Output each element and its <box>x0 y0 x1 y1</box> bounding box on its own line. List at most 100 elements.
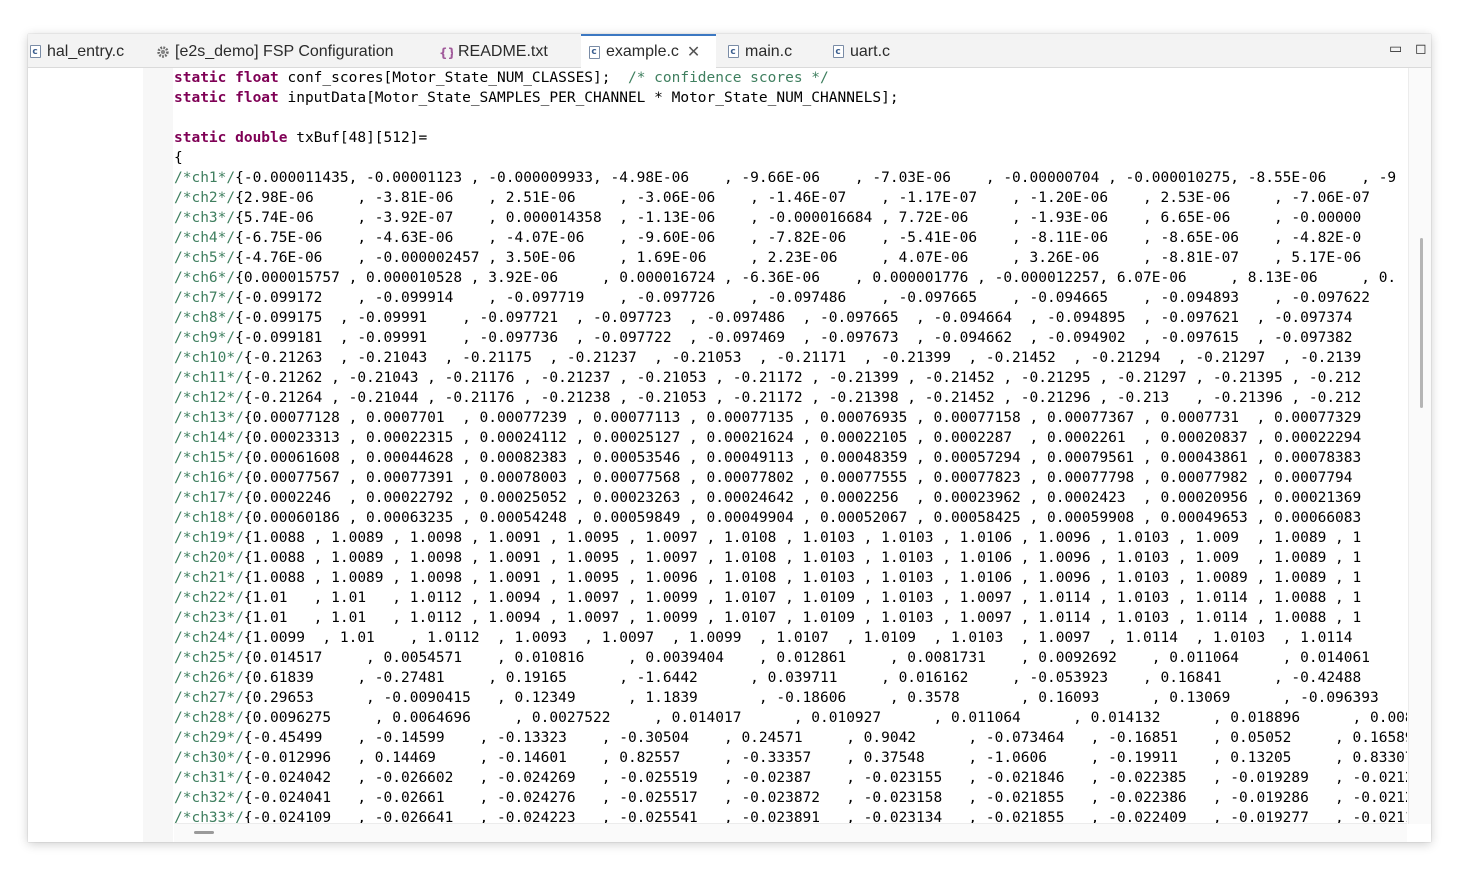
code-comment: /*ch1*/ <box>174 170 236 186</box>
code-text: /*ch6*/{0.000015757 , 0.000010528 , 3.92… <box>174 270 1396 286</box>
code-segment: {0.0096275 , 0.0064696 , 0.0027522 , 0.0… <box>243 710 1407 726</box>
code-keyword: static float <box>174 70 279 86</box>
code-segment: {-0.000011435, -0.00001123 , -0.00000993… <box>235 170 1397 186</box>
code-segment: conf_scores[Motor_State_NUM_CLASSES]; <box>278 70 628 86</box>
code-text: { <box>174 150 183 166</box>
vertical-scrollbar[interactable] <box>1408 68 1431 824</box>
code-line[interactable]: 45static float conf_scores[Motor_State_N… <box>174 68 1407 88</box>
code-line[interactable]: 52/*ch4*/{-6.75E-06 , -4.63E-06 , -4.07E… <box>174 228 1407 248</box>
code-line[interactable]: 70/*ch22*/{1.01 , 1.01 , 1.0112 , 1.0094… <box>174 588 1407 608</box>
code-line[interactable]: 51/*ch3*/{5.74E-06 , -3.92E-07 , 0.00001… <box>174 208 1407 228</box>
code-text: /*ch8*/{-0.099175 , -0.09991 , -0.097721… <box>174 310 1353 326</box>
code-line[interactable]: 47static double txBuf[48][512]= <box>174 128 1407 148</box>
code-text: /*ch30*/{-0.012996 , 0.14469 , -0.14601 … <box>174 750 1407 766</box>
code-comment: /*ch13*/ <box>174 410 244 426</box>
code-segment: {1.01 , 1.01 , 1.0112 , 1.0094 , 1.0097 … <box>243 590 1362 606</box>
code-segment: {-0.024041 , -0.02661 , -0.024276 , -0.0… <box>243 790 1407 806</box>
code-text: /*ch4*/{-6.75E-06 , -4.63E-06 , -4.07E-0… <box>174 230 1361 246</box>
code-comment: /*ch33*/ <box>174 810 244 824</box>
code-line[interactable]: 50/*ch2*/{2.98E-06 , -3.81E-06 , 2.51E-0… <box>174 188 1407 208</box>
code-line[interactable]: 68/*ch20*/{1.0088 , 1.0089 , 1.0098 , 1.… <box>174 548 1407 568</box>
code-text: /*ch20*/{1.0088 , 1.0089 , 1.0098 , 1.00… <box>174 550 1361 566</box>
code-segment: {1.0088 , 1.0089 , 1.0098 , 1.0091 , 1.0… <box>243 530 1362 546</box>
code-line[interactable]: 66/*ch18*/{0.00060186 , 0.00063235 , 0.0… <box>174 508 1407 528</box>
horizontal-scroll-thumb[interactable] <box>194 831 214 834</box>
maximize-icon[interactable]: ◻ <box>1415 40 1427 57</box>
code-line[interactable]: 62/*ch14*/{0.00023313 , 0.00022315 , 0.0… <box>174 428 1407 448</box>
code-segment: txBuf[48][512]= <box>287 130 428 146</box>
code-line[interactable]: 75/*ch27*/{0.29653 , -0.0090415 , 0.1234… <box>174 688 1407 708</box>
code-line[interactable]: 49⊖/*ch1*/{-0.000011435, -0.00001123 , -… <box>174 168 1407 188</box>
code-segment: {-0.012996 , 0.14469 , -0.14601 , 0.8255… <box>243 750 1407 766</box>
code-line[interactable]: 48{ <box>174 148 1407 168</box>
code-line[interactable]: 76/*ch28*/{0.0096275 , 0.0064696 , 0.002… <box>174 708 1407 728</box>
code-line[interactable]: 73/*ch25*/{0.014517 , 0.0054571 , 0.0108… <box>174 648 1407 668</box>
code-comment: /*ch19*/ <box>174 530 244 546</box>
code-line[interactable]: 46static float inputData[Motor_State_SAM… <box>174 88 1407 108</box>
code-line[interactable]: 61/*ch13*/{0.00077128 , 0.0007701 , 0.00… <box>174 408 1407 428</box>
code-editor[interactable]: 45static float conf_scores[Motor_State_N… <box>28 68 1431 842</box>
code-segment: {0.014517 , 0.0054571 , 0.010816 , 0.003… <box>243 650 1407 666</box>
tab-label: README.txt <box>458 42 548 60</box>
code-comment: /*ch22*/ <box>174 590 244 606</box>
code-line[interactable]: 81/*ch33*/{-0.024109 , -0.026641 , -0.02… <box>174 808 1407 824</box>
code-line[interactable]: 77/*ch29*/{-0.45499 , -0.14599 , -0.1332… <box>174 728 1407 748</box>
code-line[interactable]: 63/*ch15*/{0.00061608 , 0.00044628 , 0.0… <box>174 448 1407 468</box>
code-area[interactable]: 45static float conf_scores[Motor_State_N… <box>174 68 1407 824</box>
code-text: /*ch13*/{0.00077128 , 0.0007701 , 0.0007… <box>174 410 1361 426</box>
code-line[interactable]: 54/*ch6*/{0.000015757 , 0.000010528 , 3.… <box>174 268 1407 288</box>
code-line[interactable]: 59/*ch11*/{-0.21262 , -0.21043 , -0.2117… <box>174 368 1407 388</box>
code-line[interactable]: 60/*ch12*/{-0.21264 , -0.21044 , -0.2117… <box>174 388 1407 408</box>
code-line[interactable]: 47 <box>174 108 1407 128</box>
code-line[interactable]: 64/*ch16*/{0.00077567 , 0.00077391 , 0.0… <box>174 468 1407 488</box>
code-text: /*ch16*/{0.00077567 , 0.00077391 , 0.000… <box>174 470 1353 486</box>
code-line[interactable]: 69/*ch21*/{1.0088 , 1.0089 , 1.0098 , 1.… <box>174 568 1407 588</box>
code-segment: {-6.75E-06 , -4.63E-06 , -4.07E-06 , -9.… <box>235 230 1362 246</box>
code-keyword: static double <box>174 130 288 146</box>
tab-main[interactable]: c main.c <box>720 36 792 67</box>
code-line[interactable]: 56/*ch8*/{-0.099175 , -0.09991 , -0.0977… <box>174 308 1407 328</box>
code-line[interactable]: 53/*ch5*/{-4.76E-06 , -0.000002457 , 3.5… <box>174 248 1407 268</box>
vertical-scroll-thumb[interactable] <box>1420 238 1423 408</box>
gear-icon <box>156 44 170 59</box>
code-text: /*ch23*/{1.01 , 1.01 , 1.0112 , 1.0094 ,… <box>174 610 1361 626</box>
code-comment: /*ch12*/ <box>174 390 244 406</box>
code-text: /*ch9*/{-0.099181 , -0.09991 , -0.097736… <box>174 330 1353 346</box>
code-line[interactable]: 78/*ch30*/{-0.012996 , 0.14469 , -0.1460… <box>174 748 1407 768</box>
code-segment: inputData[Motor_State_SAMPLES_PER_CHANNE… <box>278 90 899 106</box>
code-segment: {-0.099181 , -0.09991 , -0.097736 , -0.0… <box>235 330 1353 346</box>
code-line[interactable]: 67/*ch19*/{1.0088 , 1.0089 , 1.0098 , 1.… <box>174 528 1407 548</box>
code-line[interactable]: 65/*ch17*/{0.0002246 , 0.00022792 , 0.00… <box>174 488 1407 508</box>
code-text: /*ch24*/{1.0099 , 1.01 , 1.0112 , 1.0093… <box>174 630 1353 646</box>
code-line[interactable]: 57/*ch9*/{-0.099181 , -0.09991 , -0.0977… <box>174 328 1407 348</box>
code-line[interactable]: 55/*ch7*/{-0.099172 , -0.099914 , -0.097… <box>174 288 1407 308</box>
code-segment: {2.98E-06 , -3.81E-06 , 2.51E-06 , -3.06… <box>235 190 1407 206</box>
code-segment: {-0.099175 , -0.09991 , -0.097721 , -0.0… <box>235 310 1353 326</box>
code-segment: {-0.45499 , -0.14599 , -0.13323 , -0.305… <box>243 730 1407 746</box>
code-text: /*ch19*/{1.0088 , 1.0089 , 1.0098 , 1.00… <box>174 530 1361 546</box>
tab-uart[interactable]: c uart.c <box>825 36 890 67</box>
tab-label: hal_entry.c <box>47 42 125 60</box>
code-segment: {-0.21263 , -0.21043 , -0.21175 , -0.212… <box>243 350 1362 366</box>
tab-example[interactable]: c example.c ✕ <box>581 34 716 68</box>
code-text: /*ch1*/{-0.000011435, -0.00001123 , -0.0… <box>174 170 1396 186</box>
code-line[interactable]: 58/*ch10*/{-0.21263 , -0.21043 , -0.2117… <box>174 348 1407 368</box>
minimize-icon[interactable]: ▭ <box>1389 40 1402 57</box>
code-text: /*ch33*/{-0.024109 , -0.026641 , -0.0242… <box>174 810 1407 824</box>
tab-hal-entry[interactable]: c hal_entry.c <box>28 36 124 67</box>
code-comment: /*ch11*/ <box>174 370 244 386</box>
code-line[interactable]: 74/*ch26*/{0.61839 , -0.27481 , 0.19165 … <box>174 668 1407 688</box>
code-line[interactable]: 80/*ch32*/{-0.024041 , -0.02661 , -0.024… <box>174 788 1407 808</box>
horizontal-scrollbar[interactable] <box>174 823 1407 842</box>
code-line[interactable]: 71/*ch23*/{1.01 , 1.01 , 1.0112 , 1.0094… <box>174 608 1407 628</box>
code-line[interactable]: 79/*ch31*/{-0.024042 , -0.026602 , -0.02… <box>174 768 1407 788</box>
code-segment: {-0.024109 , -0.026641 , -0.024223 , -0.… <box>243 810 1407 824</box>
tab-readme[interactable]: {} README.txt <box>433 36 548 67</box>
code-text: /*ch31*/{-0.024042 , -0.026602 , -0.0242… <box>174 770 1407 786</box>
tab-fsp-configuration[interactable]: [e2s_demo] FSP Configuration <box>150 36 394 67</box>
tab-label: [e2s_demo] FSP Configuration <box>175 42 394 60</box>
close-tab-icon[interactable]: ✕ <box>687 42 700 62</box>
code-line[interactable]: 72/*ch24*/{1.0099 , 1.01 , 1.0112 , 1.00… <box>174 628 1407 648</box>
code-segment: {1.01 , 1.01 , 1.0112 , 1.0094 , 1.0097 … <box>243 610 1362 626</box>
code-segment: {0.00061608 , 0.00044628 , 0.00082383 , … <box>243 450 1362 466</box>
